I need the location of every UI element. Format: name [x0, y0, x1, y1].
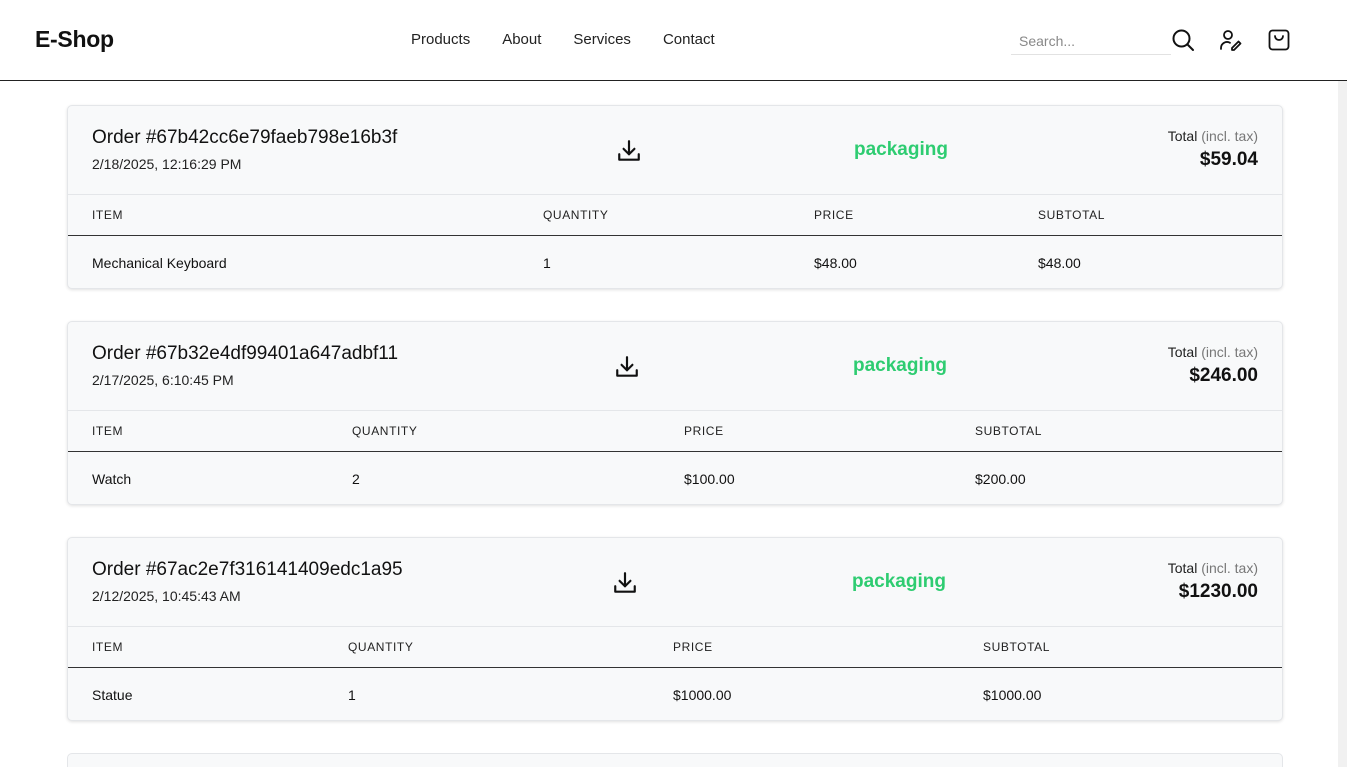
column-header-quantity: QUANTITY [543, 208, 609, 222]
download-icon[interactable] [616, 138, 642, 164]
nav-services[interactable]: Services [573, 31, 631, 48]
order-total: $59.04 [1199, 149, 1258, 170]
order-title: Order #67ac2e7f316141409edc1a95 [92, 559, 403, 580]
table-header: ITEM QUANTITY PRICE SUBTOTAL [68, 626, 1282, 668]
column-header-price: PRICE [684, 424, 724, 438]
item-name: Watch [92, 471, 132, 487]
total-tax-note: (incl. tax) [1201, 344, 1258, 360]
top-navbar: E-Shop Products About Services Contact [0, 0, 1347, 81]
total-label-text: Total [1167, 560, 1198, 576]
item-price: $48.00 [814, 255, 857, 271]
nav-about[interactable]: About [502, 31, 541, 48]
order-title: Order #67b32e4df99401a647adbf11 [92, 343, 399, 364]
search-input[interactable] [1011, 27, 1171, 54]
table-header: ITEM QUANTITY PRICE SUBTOTAL [68, 410, 1282, 452]
total-label: Total (incl. tax) [1168, 128, 1258, 144]
item-quantity: 1 [348, 687, 356, 703]
search-box [1011, 27, 1171, 55]
total-label: Total (incl. tax) [1168, 560, 1258, 576]
column-header-item: ITEM [92, 424, 124, 438]
column-header-quantity: QUANTITY [348, 640, 414, 654]
shopping-bag-icon[interactable] [1267, 28, 1291, 52]
order-date: 2/18/2025, 12:16:29 PM [92, 156, 242, 172]
total-label: Total (incl. tax) [1168, 344, 1258, 360]
column-header-price: PRICE [673, 640, 713, 654]
table-row: Watch 2 $100.00 $200.00 [68, 452, 1282, 504]
table-header: ITEM QUANTITY PRICE SUBTOTAL [68, 194, 1282, 236]
order-card: Order #67b42cc6e79faeb798e16b3f 2/18/202… [67, 105, 1283, 289]
page-scrollbar[interactable] [1338, 81, 1347, 767]
order-card: Order #67ac2e7f316141409edc1a95 2/12/202… [67, 537, 1283, 721]
order-status: packaging [854, 139, 948, 160]
item-subtotal: $1000.00 [983, 687, 1042, 703]
order-status: packaging [852, 571, 946, 592]
nav-contact[interactable]: Contact [663, 31, 715, 48]
column-header-subtotal: SUBTOTAL [975, 424, 1043, 438]
order-total: $1230.00 [1178, 581, 1258, 602]
order-total: $246.00 [1189, 365, 1258, 386]
total-tax-note: (incl. tax) [1201, 560, 1258, 576]
column-header-subtotal: SUBTOTAL [983, 640, 1051, 654]
order-status: packaging [853, 355, 947, 376]
item-quantity: 2 [352, 471, 360, 487]
order-date: 2/17/2025, 6:10:45 PM [92, 372, 234, 388]
total-label-text: Total [1167, 128, 1198, 144]
user-edit-icon[interactable] [1219, 28, 1243, 52]
total-label-text: Total [1167, 344, 1198, 360]
item-price: $1000.00 [673, 687, 732, 703]
item-name: Mechanical Keyboard [92, 255, 227, 271]
search-icon[interactable] [1171, 28, 1195, 52]
order-date: 2/12/2025, 10:45:43 AM [92, 588, 241, 604]
item-price: $100.00 [684, 471, 735, 487]
table-row: Mechanical Keyboard 1 $48.00 $48.00 [68, 236, 1282, 288]
download-icon[interactable] [614, 354, 640, 380]
order-card: Order #67b32e4df99401a647adbf11 2/17/202… [67, 321, 1283, 505]
column-header-price: PRICE [814, 208, 854, 222]
order-card-partial [67, 753, 1283, 767]
item-subtotal: $48.00 [1038, 255, 1081, 271]
item-name: Statue [92, 687, 133, 703]
main-nav: Products About Services Contact [411, 31, 747, 48]
column-header-item: ITEM [92, 208, 124, 222]
column-header-quantity: QUANTITY [352, 424, 418, 438]
column-header-subtotal: SUBTOTAL [1038, 208, 1106, 222]
order-title: Order #67b42cc6e79faeb798e16b3f [92, 127, 398, 148]
total-tax-note: (incl. tax) [1201, 128, 1258, 144]
column-header-item: ITEM [92, 640, 124, 654]
logo[interactable]: E-Shop [35, 26, 114, 53]
table-row: Statue 1 $1000.00 $1000.00 [68, 668, 1282, 720]
item-subtotal: $200.00 [975, 471, 1026, 487]
item-quantity: 1 [543, 255, 551, 271]
nav-products[interactable]: Products [411, 31, 470, 48]
download-icon[interactable] [612, 570, 638, 596]
